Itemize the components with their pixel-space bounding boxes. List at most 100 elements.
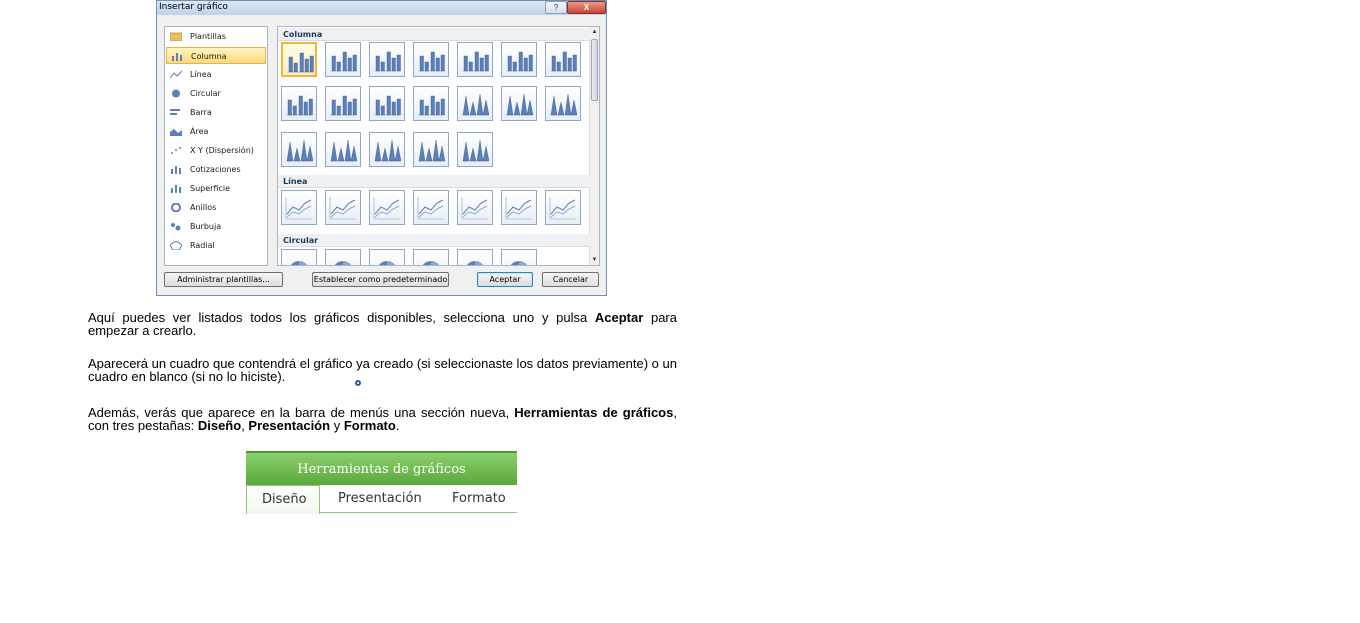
column-chart-thumbnail[interactable] [413,86,449,121]
area-chart-icon [170,129,182,136]
cone-chart-thumbnail[interactable] [413,132,449,167]
column-chart-thumbnail[interactable] [457,42,493,77]
category-label: Área [190,127,209,136]
category-item[interactable]: Superficie [166,180,266,197]
category-label: Burbuja [190,222,222,231]
column-chart-thumbnail[interactable] [501,42,537,77]
scroll-up-icon[interactable]: ▲ [590,27,599,37]
ribbon-tab-bar: Diseño Presentación Formato [246,485,517,514]
surface-chart-icon [171,185,181,193]
cone-chart-thumbnail[interactable] [457,132,493,167]
category-item[interactable]: Línea [166,66,266,83]
pie-chart-thumbnail[interactable] [325,249,361,265]
category-label: Radial [190,241,215,250]
dialog-title: Insertar gráfico [159,2,228,12]
tab-layout[interactable]: Presentación [338,491,422,506]
cone-chart-thumbnail[interactable] [501,86,537,121]
column-chart-thumbnail[interactable] [281,42,317,77]
column-chart-thumbnail[interactable] [413,42,449,77]
column-chart-thumbnail[interactable] [369,42,405,77]
category-item[interactable]: Burbuja [166,218,266,235]
cone-chart-thumbnail[interactable] [545,86,581,121]
category-item[interactable]: X Y (Dispersión) [166,142,266,159]
scatter-chart-icon [171,147,181,154]
gallery-section-header: Circular [278,234,590,247]
mouse-cursor-icon [355,380,361,386]
gallery-section-header: Línea [278,175,590,188]
column-chart-thumbnail[interactable] [369,86,405,121]
chart-type-gallery: ▲ ▼ Columna Línea Circular [277,26,600,266]
gallery-scrollbar[interactable]: ▲ ▼ [589,27,599,265]
close-button[interactable]: X [567,1,606,14]
p3-period: . [395,418,400,433]
set-default-button[interactable]: Establecer como predeterminado [312,272,449,287]
paragraph-1: Aquí puedes ver listados todos los gráfi… [88,311,677,337]
scroll-thumb[interactable] [591,39,598,101]
tab-design[interactable]: Diseño [246,485,320,514]
category-label: Anillos [190,203,217,212]
bar-chart-icon [170,109,180,115]
bubble-chart-icon [171,223,181,231]
line-chart-thumbnail[interactable] [369,190,405,225]
accept-button[interactable]: Aceptar [477,272,533,287]
chart-category-list: Plantillas Columna Línea Circular Barra Área X… [164,26,268,266]
cone-chart-thumbnail[interactable] [457,86,493,121]
paragraph-2: Aparecerá un cuadro que contendrá el grá… [88,356,677,384]
chart-tools-title: Herramientas de gráficos [297,462,466,477]
category-item[interactable]: Radial [166,237,266,254]
tab-format[interactable]: Formato [452,491,506,506]
tab-design-label: Diseño [262,492,307,507]
cone-chart-thumbnail[interactable] [369,132,405,167]
doughnut-chart-icon [171,203,181,212]
help-button[interactable]: ? [545,1,567,14]
category-item[interactable]: Columna [166,47,266,64]
column-chart-thumbnail[interactable] [325,86,361,121]
pie-chart-thumbnail[interactable] [369,249,405,265]
line-chart-thumbnail[interactable] [545,190,581,225]
cancel-button[interactable]: Cancelar [542,272,599,287]
scroll-down-icon[interactable]: ▼ [590,255,599,265]
category-label: Superficie [190,184,231,193]
category-label: X Y (Dispersión) [190,146,254,155]
gallery-section-header: Columna [278,28,590,41]
category-item[interactable]: Circular [166,85,266,102]
category-label: Circular [190,89,221,98]
line-chart-thumbnail[interactable] [281,190,317,225]
pie-chart-thumbnail[interactable] [413,249,449,265]
dialog-titlebar[interactable]: Insertar gráfico ? X [157,1,606,15]
pie-chart-thumbnail[interactable] [501,249,537,265]
line-chart-thumbnail[interactable] [501,190,537,225]
category-label: Columna [191,52,227,61]
p3-bold-layout: Presentación [248,418,331,433]
category-item[interactable]: Barra [166,104,266,121]
line-chart-thumbnail[interactable] [413,190,449,225]
line-chart-icon [170,70,182,79]
p3-bold-tools: Herramientas de gráficos [514,405,674,420]
pie-chart-thumbnail[interactable] [281,249,317,265]
paragraph-3: Además, verás que aparece en la barra de… [88,406,677,432]
category-label: Línea [190,70,212,79]
pie-chart-icon [172,89,180,98]
column-chart-thumbnail[interactable] [281,86,317,121]
line-chart-thumbnail[interactable] [325,190,361,225]
chart-tools-header: Herramientas de gráficos [246,451,517,485]
chart-tools-ribbon: Herramientas de gráficos Diseño Presenta… [246,451,517,514]
cone-chart-thumbnail[interactable] [325,132,361,167]
column-chart-thumbnail[interactable] [545,42,581,77]
pie-chart-thumbnail[interactable] [457,249,493,265]
p3-bold-format: Formato [343,418,396,433]
folder-icon [170,32,182,41]
line-chart-thumbnail[interactable] [457,190,493,225]
p3-and: y [330,418,344,433]
category-item[interactable]: Anillos [166,199,266,216]
column-chart-thumbnail[interactable] [325,42,361,77]
category-item[interactable]: Cotizaciones [166,161,266,178]
radar-chart-icon [170,241,182,250]
category-item[interactable]: Plantillas [166,28,266,45]
stock-chart-icon [171,166,181,174]
insert-chart-dialog: Insertar gráfico ? X Plantillas Columna Lí… [156,0,607,296]
manage-templates-button[interactable]: Administrar plantillas... [164,272,283,287]
cone-chart-thumbnail[interactable] [281,132,317,167]
category-label: Cotizaciones [190,165,241,174]
category-item[interactable]: Área [166,123,266,140]
